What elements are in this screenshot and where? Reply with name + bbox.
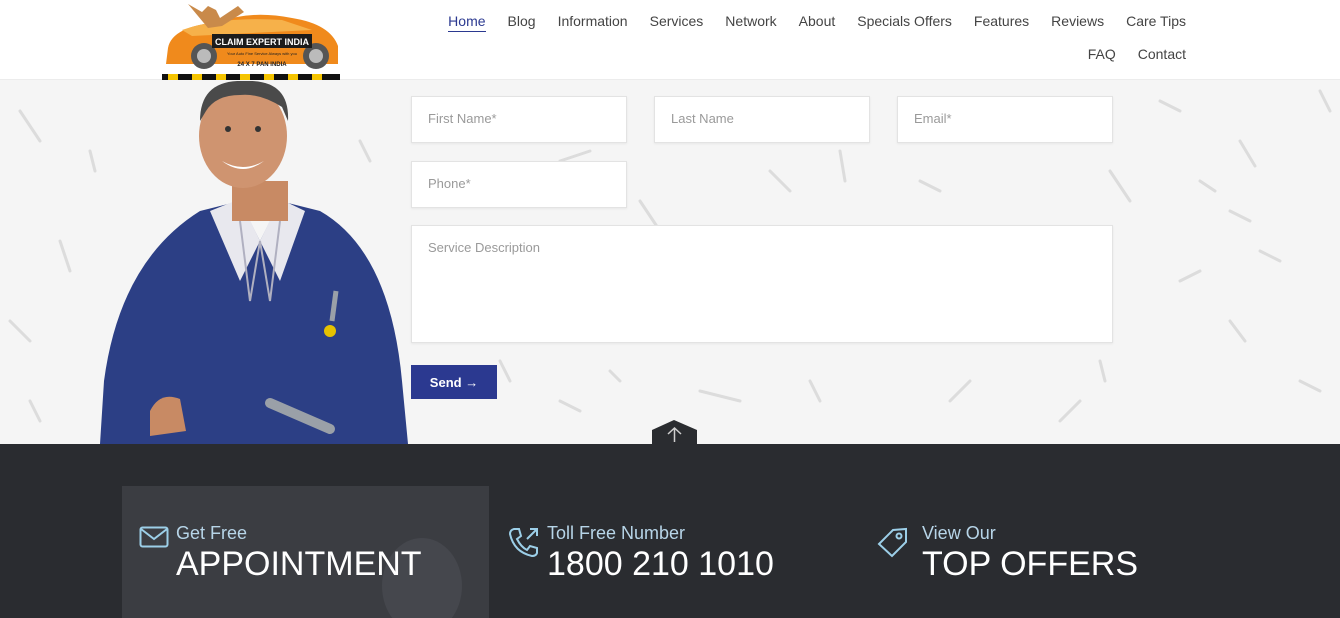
contact-info-band: Get Free APPOINTMENT Toll Free Number 18… bbox=[0, 444, 1340, 618]
toll-free-label: Toll Free Number bbox=[547, 523, 686, 543]
nav-specials-offers[interactable]: Specials Offers bbox=[857, 10, 952, 32]
main-nav: Home Blog Information Services Network A… bbox=[386, 10, 1186, 76]
phone-call-icon bbox=[508, 528, 538, 558]
email-input[interactable]: Email* bbox=[897, 96, 1113, 143]
nav-about[interactable]: About bbox=[799, 10, 836, 32]
nav-information[interactable]: Information bbox=[558, 10, 628, 32]
price-tag-icon bbox=[877, 527, 907, 558]
claim-expert-logo[interactable]: CLAIM EXPERT INDIA Your Auto Fine Servic… bbox=[162, 0, 340, 80]
service-description-textarea[interactable]: Service Description bbox=[411, 225, 1113, 343]
nav-contact[interactable]: Contact bbox=[1138, 43, 1186, 65]
appointment-form-section: First Name* Last Name Email* Phone* Serv… bbox=[0, 81, 1340, 444]
send-button[interactable]: Send → bbox=[411, 365, 497, 399]
nav-faq[interactable]: FAQ bbox=[1088, 43, 1116, 65]
appointment-label: Get Free bbox=[176, 523, 248, 543]
site-header: CLAIM EXPERT INDIA Your Auto Fine Servic… bbox=[0, 0, 1340, 80]
phone-input[interactable]: Phone* bbox=[411, 161, 627, 208]
logo-sub: 24 X 7 PAN INDIA bbox=[237, 62, 287, 68]
scroll-top-button[interactable] bbox=[652, 420, 697, 444]
logo-title: CLAIM EXPERT INDIA bbox=[215, 37, 310, 47]
appointment-info[interactable]: Get Free APPOINTMENT bbox=[176, 523, 422, 582]
nav-services[interactable]: Services bbox=[650, 10, 704, 32]
toll-free-number: 1800 210 1010 bbox=[547, 545, 774, 583]
nav-features[interactable]: Features bbox=[974, 10, 1029, 32]
mechanic-photo bbox=[100, 81, 408, 444]
top-offers-info[interactable]: View Our TOP OFFERS bbox=[922, 523, 1138, 582]
envelope-icon bbox=[139, 526, 169, 548]
toll-free-info[interactable]: Toll Free Number 1800 210 1010 bbox=[547, 523, 774, 582]
logo-tagline: Your Auto Fine Service Always with you bbox=[227, 51, 297, 56]
nav-home[interactable]: Home bbox=[448, 10, 486, 32]
first-name-input[interactable]: First Name* bbox=[411, 96, 627, 143]
nav-blog[interactable]: Blog bbox=[508, 10, 536, 32]
top-offers-label: View Our bbox=[922, 523, 996, 543]
top-offers-title: TOP OFFERS bbox=[922, 545, 1139, 583]
nav-network[interactable]: Network bbox=[725, 10, 776, 32]
appointment-title: APPOINTMENT bbox=[176, 545, 422, 583]
nav-care-tips[interactable]: Care Tips bbox=[1126, 10, 1186, 32]
last-name-input[interactable]: Last Name bbox=[654, 96, 870, 143]
nav-reviews[interactable]: Reviews bbox=[1051, 10, 1104, 32]
